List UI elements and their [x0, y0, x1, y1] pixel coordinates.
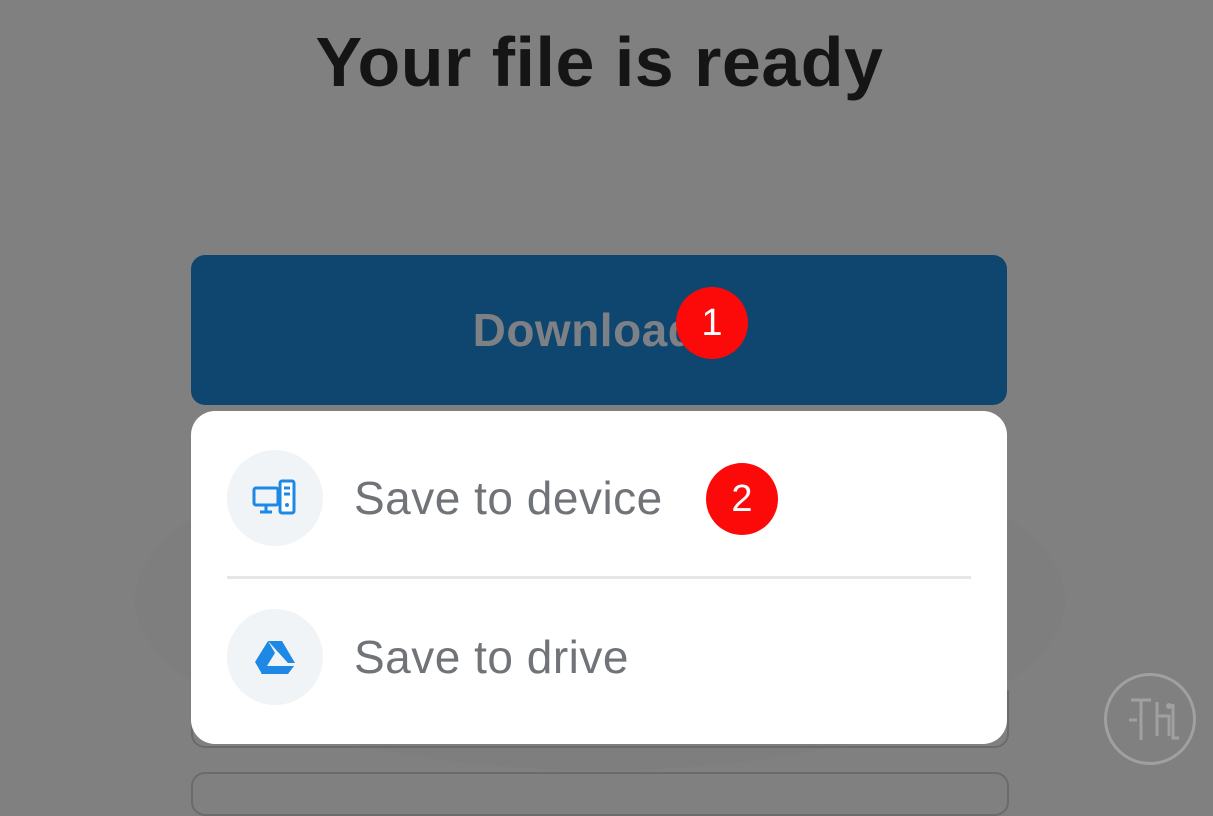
save-to-device-option[interactable]: Save to device: [227, 450, 971, 546]
step-badge-1: 1: [676, 287, 748, 359]
save-to-drive-label: Save to drive: [354, 631, 629, 683]
computer-icon: [227, 450, 323, 546]
step-badge-2: 2: [706, 463, 778, 535]
download-button[interactable]: Download: [191, 255, 1007, 405]
background-card-secondary: [191, 772, 1009, 816]
download-options-menu: Save to device Save to drive: [191, 411, 1007, 744]
google-drive-icon: [227, 609, 323, 705]
save-to-device-label: Save to device: [354, 472, 663, 524]
save-to-drive-option[interactable]: Save to drive: [227, 609, 971, 705]
menu-divider: [227, 576, 971, 579]
page-title: Your file is ready: [315, 23, 884, 101]
logo-watermark-icon: [1104, 673, 1196, 765]
download-button-label: Download: [472, 304, 697, 356]
